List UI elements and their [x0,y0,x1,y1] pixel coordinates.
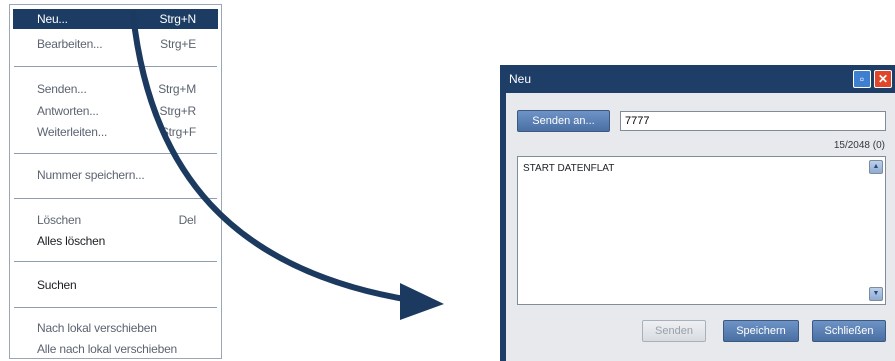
menu-item-search-label: Suchen [37,278,77,292]
menu-item-send-label: Senden... [37,82,87,96]
menu-separator [14,261,217,262]
menu-item-forward[interactable]: Weiterleiten... Strg+F [13,122,218,142]
menu-item-new-label: Neu... [37,12,68,26]
menu-separator [14,153,217,154]
menu-item-save-number-label: Nummer speichern... [37,168,145,182]
minimize-button[interactable]: ▫ [853,70,871,88]
close-button[interactable]: Schließen [812,320,886,342]
dialog-client-area: Senden an... 7777 15/2048 (0) START DATE… [506,93,895,361]
scroll-up-icon: ▲ [872,163,880,170]
menu-item-move-local-label: Nach lokal verschieben [37,321,157,335]
context-menu: Neu... Strg+N Bearbeiten... Strg+E Sende… [9,4,222,359]
menu-item-edit-label: Bearbeiten... [37,37,103,51]
scroll-down-button[interactable]: ▼ [869,287,883,301]
menu-item-forward-shortcut: Strg+F [160,125,196,139]
menu-item-delete-all[interactable]: Alles löschen [13,231,218,251]
save-button[interactable]: Speichern [723,320,799,342]
recipient-input[interactable]: 7777 [620,111,886,131]
new-message-dialog: Neu ▫ ✕ Senden an... 7777 15/2048 (0) ST… [500,65,895,361]
menu-item-new[interactable]: Neu... Strg+N [13,9,218,29]
menu-item-edit[interactable]: Bearbeiten... Strg+E [13,34,218,54]
send-button[interactable]: Senden [642,320,706,342]
menu-item-reply-shortcut: Strg+R [159,104,197,118]
message-text: START DATENFLAT [523,163,615,174]
menu-separator [14,198,217,199]
close-window-button[interactable]: ✕ [874,70,892,88]
character-counter: 15/2048 (0) [833,140,885,151]
title-bar[interactable]: Neu ▫ ✕ [500,65,895,93]
menu-item-send[interactable]: Senden... Strg+M [13,79,218,99]
arrow-head [400,283,444,320]
menu-item-forward-label: Weiterleiten... [37,125,108,139]
dialog-title: Neu [509,72,532,86]
menu-item-save-number[interactable]: Nummer speichern... [13,165,218,185]
menu-separator [14,307,217,308]
menu-item-search[interactable]: Suchen [13,275,218,295]
minimize-icon: ▫ [859,72,865,86]
menu-item-move-local[interactable]: Nach lokal verschieben [13,318,218,338]
menu-separator [14,66,217,67]
menu-item-edit-shortcut: Strg+E [160,37,196,51]
menu-item-delete-label: Löschen [37,213,81,227]
send-to-button[interactable]: Senden an... [517,110,610,132]
scroll-down-icon: ▼ [872,290,880,297]
menu-item-new-shortcut: Strg+N [159,12,197,26]
menu-item-move-all-local-label: Alle nach lokal verschieben [37,342,178,356]
menu-item-send-shortcut: Strg+M [158,82,196,96]
menu-item-delete-all-label: Alles löschen [37,234,106,248]
menu-item-delete[interactable]: Löschen Del [13,210,218,230]
scroll-up-button[interactable]: ▲ [869,160,883,174]
message-textarea[interactable]: START DATENFLAT ▲ ▼ [517,156,886,305]
menu-item-reply-label: Antworten... [37,104,99,118]
menu-item-reply[interactable]: Antworten... Strg+R [13,101,218,121]
close-icon: ✕ [877,72,889,86]
menu-item-move-all-local[interactable]: Alle nach lokal verschieben [13,339,218,359]
menu-item-delete-shortcut: Del [178,213,197,227]
